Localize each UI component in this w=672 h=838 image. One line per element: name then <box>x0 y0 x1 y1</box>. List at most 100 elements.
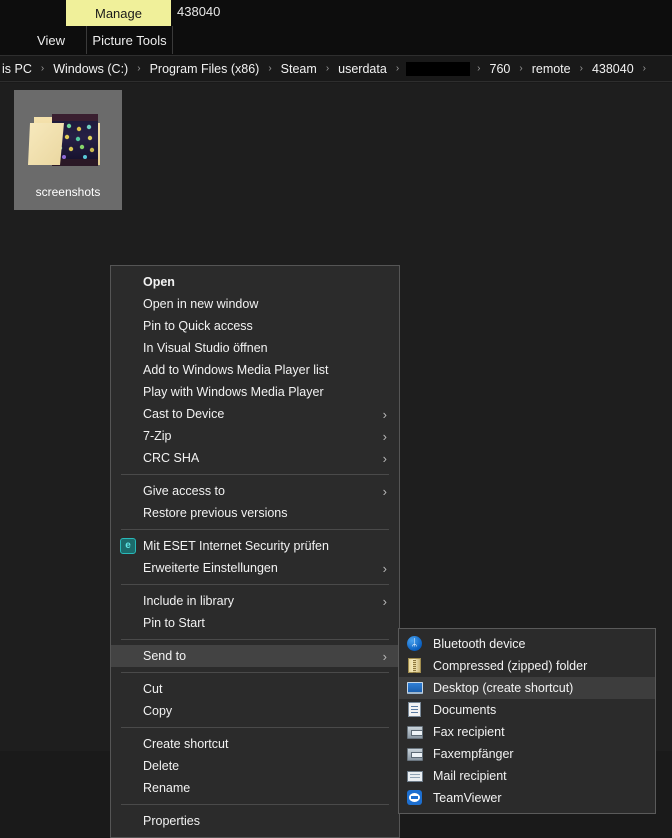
breadcrumb-segment-redacted[interactable] <box>406 61 471 76</box>
context-menu-item[interactable]: Give access to › <box>111 480 399 502</box>
teamviewer-icon <box>407 790 423 806</box>
send-to-item[interactable]: Desktop (create shortcut) <box>399 677 655 699</box>
context-menu-item-label: Mit ESET Internet Security prüfen <box>143 539 329 553</box>
breadcrumb-segment[interactable]: userdata <box>336 62 389 76</box>
file-list-pane[interactable]: screenshots Open Open in new window Pin to… <box>0 83 672 838</box>
menu-separator <box>121 584 389 585</box>
context-menu-item-label: Open <box>143 275 175 289</box>
context-menu-item[interactable]: Open <box>111 271 399 293</box>
ribbon-bar: Manage 438040 View Picture Tools <box>0 0 672 55</box>
context-menu[interactable]: Open Open in new window Pin to Quick acces… <box>110 265 400 838</box>
send-to-item-label: Desktop (create shortcut) <box>433 681 574 695</box>
context-menu-item-label: Restore previous versions <box>143 506 288 520</box>
fax-icon <box>407 746 423 762</box>
context-menu-item[interactable]: Add to Windows Media Player list <box>111 359 399 381</box>
breadcrumb-segment[interactable]: 438040 <box>590 62 636 76</box>
folder-icon <box>26 103 110 175</box>
context-menu-item[interactable]: Erweiterte Einstellungen › <box>111 557 399 579</box>
tab-picture-tools[interactable]: Picture Tools <box>86 26 173 54</box>
context-menu-item[interactable]: Pin to Quick access <box>111 315 399 337</box>
breadcrumb-segment[interactable]: Steam <box>279 62 319 76</box>
context-menu-item-label: Cast to Device <box>143 407 225 421</box>
send-to-submenu[interactable]: ᛦ Bluetooth device Compressed (zipped) fol… <box>398 628 656 814</box>
context-menu-item-label: Cut <box>143 682 163 696</box>
context-menu-item[interactable]: Include in library › <box>111 590 399 612</box>
context-menu-item-label: Properties <box>143 814 200 828</box>
breadcrumb-segment[interactable]: is PC <box>0 62 34 76</box>
submenu-arrow-icon: › <box>382 560 387 576</box>
context-menu-item-label: Copy <box>143 704 173 718</box>
menu-separator <box>121 529 389 530</box>
submenu-arrow-icon: › <box>382 483 387 499</box>
context-menu-item[interactable]: e Mit ESET Internet Security prüfen <box>111 535 399 557</box>
tab-manage[interactable]: Manage <box>66 0 171 26</box>
submenu-arrow-icon: › <box>382 450 387 466</box>
context-menu-item-label: Add to Windows Media Player list <box>143 363 329 377</box>
send-to-item-label: Documents <box>433 703 497 717</box>
chevron-right-icon: › <box>137 63 141 74</box>
menu-separator <box>121 727 389 728</box>
chevron-right-icon: › <box>642 63 647 74</box>
context-menu-item[interactable]: Pin to Start <box>111 612 399 634</box>
context-menu-item[interactable]: Play with Windows Media Player <box>111 381 399 403</box>
send-to-item[interactable]: Faxempfänger <box>399 743 655 765</box>
context-menu-item[interactable]: Cast to Device › <box>111 403 399 425</box>
bluetooth-icon: ᛦ <box>407 636 423 652</box>
context-menu-item-label: Send to <box>143 649 187 663</box>
context-menu-item[interactable]: Copy <box>111 700 399 722</box>
breadcrumb[interactable]: is PC › Windows (C:) › Program Files (x86) › S… <box>0 55 672 82</box>
context-menu-item[interactable]: CRC SHA › <box>111 447 399 469</box>
context-menu-item[interactable]: Cut <box>111 678 399 700</box>
context-menu-item-label: Give access to <box>143 484 225 498</box>
menu-separator <box>121 672 389 673</box>
tab-picture-tools-label: Picture Tools <box>92 32 167 48</box>
menu-separator <box>121 804 389 805</box>
chevron-right-icon: › <box>325 63 330 74</box>
documents-icon <box>407 702 423 718</box>
context-menu-item-label: Rename <box>143 781 191 795</box>
send-to-item-label: Faxempfänger <box>433 747 514 761</box>
context-menu-item-label: Erweiterte Einstellungen <box>143 561 278 575</box>
send-to-item[interactable]: Compressed (zipped) folder <box>399 655 655 677</box>
breadcrumb-segment[interactable]: Program Files (x86) <box>148 62 262 76</box>
send-to-item-label: Bluetooth device <box>433 637 526 651</box>
context-menu-item-label: In Visual Studio öffnen <box>143 341 268 355</box>
context-menu-item[interactable]: Rename <box>111 777 399 799</box>
send-to-item-label: TeamViewer <box>433 791 502 805</box>
context-menu-item[interactable]: 7-Zip › <box>111 425 399 447</box>
chevron-right-icon: › <box>477 63 481 74</box>
submenu-arrow-icon: › <box>382 648 387 664</box>
menu-separator <box>121 474 389 475</box>
context-menu-item-label: Pin to Start <box>143 616 205 630</box>
context-menu-item-label: 7-Zip <box>143 429 172 443</box>
submenu-arrow-icon: › <box>382 593 387 609</box>
send-to-item[interactable]: Documents <box>399 699 655 721</box>
send-to-item[interactable]: TeamViewer <box>399 787 655 809</box>
send-to-item[interactable]: Mail recipient <box>399 765 655 787</box>
context-menu-item-label: Delete <box>143 759 180 773</box>
send-to-item[interactable]: Fax recipient <box>399 721 655 743</box>
tab-view-label: View <box>37 33 65 48</box>
chevron-right-icon: › <box>40 63 45 74</box>
context-menu-item[interactable]: Properties <box>111 810 399 832</box>
context-menu-item[interactable]: Create shortcut <box>111 733 399 755</box>
context-menu-item-label: Play with Windows Media Player <box>143 385 324 399</box>
breadcrumb-segment[interactable]: Windows (C:) <box>51 62 130 76</box>
chevron-right-icon: › <box>268 63 272 74</box>
context-menu-item[interactable]: Restore previous versions <box>111 502 399 524</box>
mail-icon <box>407 768 423 784</box>
file-item-label: screenshots <box>35 185 101 199</box>
breadcrumb-segment[interactable]: remote <box>530 62 573 76</box>
context-menu-item[interactable]: In Visual Studio öffnen <box>111 337 399 359</box>
breadcrumb-segment[interactable]: 760 <box>488 62 513 76</box>
send-to-item[interactable]: ᛦ Bluetooth device <box>399 633 655 655</box>
window-title: 438040 <box>177 4 221 19</box>
send-to-item-label: Compressed (zipped) folder <box>433 659 588 673</box>
tab-view[interactable]: View <box>18 28 84 53</box>
context-menu-item[interactable]: Open in new window <box>111 293 399 315</box>
tab-manage-label: Manage <box>95 5 142 21</box>
context-menu-item[interactable]: Delete <box>111 755 399 777</box>
menu-separator <box>121 639 389 640</box>
context-menu-item[interactable]: Send to › <box>111 645 399 667</box>
file-item-screenshots[interactable]: screenshots <box>14 90 122 210</box>
